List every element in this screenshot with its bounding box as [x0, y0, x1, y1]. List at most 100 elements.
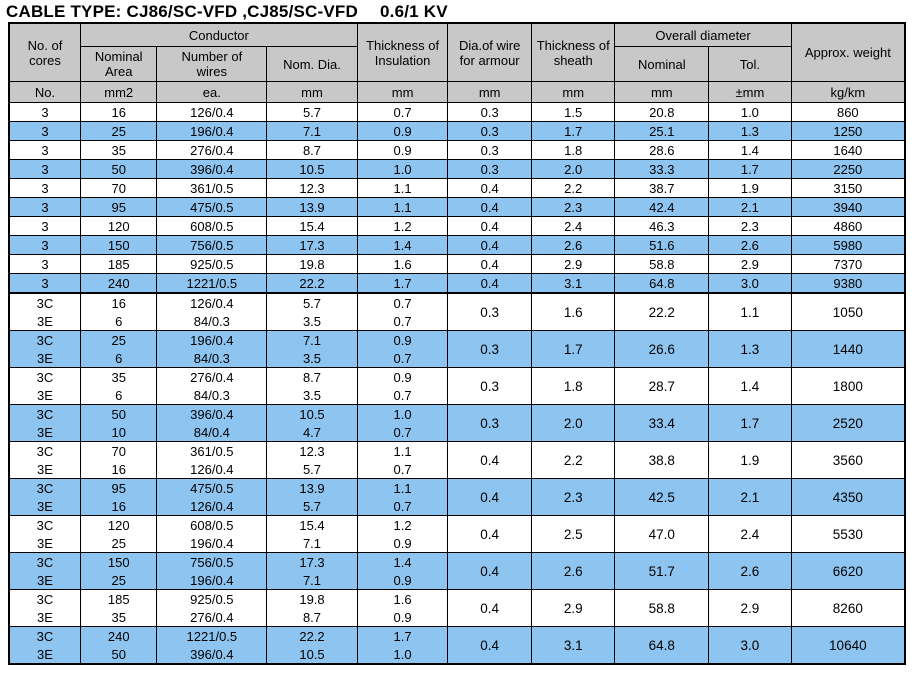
table-row: 3C 185 925/0.5 19.8 1.6 0.4 2.9 58.8 2.9 8260 [8, 589, 906, 627]
cell-thickness-insulation: 0.9 [356, 367, 449, 386]
page-title: CABLE TYPE: CJ86/SC-VFD ,CJ85/SC-VFD 0.6/… [0, 0, 914, 22]
table-row: 3 150 756/0.5 17.3 1.4 0.4 2.6 51.6 2.6 5980 [8, 235, 906, 255]
cell-number-of-wires: 756/0.5 [156, 235, 268, 255]
cell-number-of-wires: 1221/0.5 [156, 626, 268, 645]
cell-cores: 3 [8, 273, 81, 294]
cell-thickness-sheath: 2.3 [530, 197, 616, 217]
cell-number-of-wires: 276/0.4 [156, 140, 268, 160]
cell-cores: 3C [8, 626, 81, 645]
cell-thickness-insulation: 1.2 [356, 216, 449, 236]
cell-cores: 3C [8, 515, 81, 534]
unit-od-nominal: mm [614, 81, 710, 103]
cell-thickness-insulation: 0.7 [356, 312, 449, 331]
cell-approx-weight: 8260 [790, 589, 906, 627]
cell-od-nominal: 33.4 [614, 404, 710, 442]
header-sheath-line2: sheath [553, 52, 593, 68]
cell-nominal-area: 25 [79, 571, 158, 590]
table-header: No. of cores Conductor Thickness of Insu… [8, 22, 906, 103]
cell-cores: 3E [8, 312, 81, 331]
cell-thickness-sheath: 2.0 [530, 404, 616, 442]
table-row: 3 95 475/0.5 13.9 1.1 0.4 2.3 42.4 2.1 3940 [8, 197, 906, 217]
table-row: 3C 120 608/0.5 15.4 1.2 0.4 2.5 47.0 2.4 5530 [8, 515, 906, 553]
header-nom-dia: Nom. Dia. [266, 46, 358, 82]
unit-dia: mm [266, 81, 358, 103]
table-row: 3 50 396/0.4 10.5 1.0 0.3 2.0 33.3 1.7 2250 [8, 159, 906, 179]
unit-armour: mm [447, 81, 532, 103]
cell-nom-dia: 7.1 [266, 330, 358, 349]
cell-approx-weight: 2250 [790, 159, 906, 179]
cell-nom-dia: 3.5 [266, 349, 358, 368]
cell-thickness-insulation: 1.2 [356, 515, 449, 534]
cell-thickness-insulation: 1.7 [356, 626, 449, 645]
cell-nom-dia: 15.4 [266, 515, 358, 534]
cell-number-of-wires: 84/0.3 [156, 312, 268, 331]
cell-thickness-sheath: 1.8 [530, 367, 616, 405]
cell-od-nominal: 42.5 [614, 478, 710, 516]
cell-approx-weight: 3560 [790, 441, 906, 479]
cell-od-nominal: 33.3 [614, 159, 710, 179]
cell-od-tol: 2.9 [708, 589, 792, 627]
cell-thickness-insulation: 1.1 [356, 478, 449, 497]
cell-dia-wire-armour: 0.4 [447, 216, 532, 236]
cell-od-nominal: 58.8 [614, 254, 710, 274]
cell-number-of-wires: 475/0.5 [156, 478, 268, 497]
cell-nominal-area: 50 [79, 645, 158, 665]
header-row-groups: No. of cores Conductor Thickness of Insu… [8, 22, 906, 82]
cell-nominal-area: 16 [79, 102, 158, 122]
cell-thickness-sheath: 2.9 [530, 254, 616, 274]
unit-sheath: mm [530, 81, 616, 103]
cell-nominal-area: 10 [79, 423, 158, 442]
cell-od-nominal: 28.7 [614, 367, 710, 405]
cell-dia-wire-armour: 0.3 [447, 292, 532, 331]
cell-dia-wire-armour: 0.4 [447, 254, 532, 274]
cell-cores: 3E [8, 571, 81, 590]
cell-thickness-insulation: 1.4 [356, 552, 449, 571]
header-overall-diameter: Overall diameter [614, 22, 792, 47]
page-title-voltage: 0.6/1 KV [380, 2, 448, 21]
cell-nominal-area: 6 [79, 386, 158, 405]
cell-nominal-area: 50 [79, 159, 158, 179]
unit-insulation: mm [356, 81, 449, 103]
cell-thickness-insulation: 1.6 [356, 254, 449, 274]
cell-od-nominal: 64.8 [614, 273, 710, 294]
header-nominal-area: Nominal Area [79, 46, 158, 82]
cell-nominal-area: 70 [79, 441, 158, 460]
cell-dia-wire-armour: 0.3 [447, 367, 532, 405]
cell-od-nominal: 26.6 [614, 330, 710, 368]
cell-thickness-insulation: 1.6 [356, 589, 449, 608]
cell-dia-wire-armour: 0.3 [447, 102, 532, 122]
cell-nom-dia: 12.3 [266, 441, 358, 460]
cell-od-tol: 1.7 [708, 404, 792, 442]
cell-dia-wire-armour: 0.4 [447, 235, 532, 255]
cell-thickness-sheath: 2.0 [530, 159, 616, 179]
cell-od-tol: 2.3 [708, 216, 792, 236]
header-sheath-line1: Thickness of [536, 37, 610, 53]
cell-nom-dia: 5.7 [266, 292, 358, 312]
cell-dia-wire-armour: 0.4 [447, 478, 532, 516]
cell-od-nominal: 51.7 [614, 552, 710, 590]
cell-approx-weight: 10640 [790, 626, 906, 665]
cell-cores: 3E [8, 645, 81, 665]
cable-spec-sheet: CABLE TYPE: CJ86/SC-VFD ,CJ85/SC-VFD 0.6/… [0, 0, 914, 679]
cell-nominal-area: 240 [79, 273, 158, 294]
cell-od-nominal: 38.7 [614, 178, 710, 198]
header-conductor: Conductor [79, 22, 358, 47]
cell-cores: 3 [8, 159, 81, 179]
cell-thickness-insulation: 0.9 [356, 571, 449, 590]
table-row: 3 185 925/0.5 19.8 1.6 0.4 2.9 58.8 2.9 7370 [8, 254, 906, 274]
cell-nom-dia: 17.3 [266, 552, 358, 571]
cell-thickness-insulation: 0.7 [356, 102, 449, 122]
cell-dia-wire-armour: 0.4 [447, 178, 532, 198]
cell-nom-dia: 8.7 [266, 140, 358, 160]
header-number-of-wires: Number of wires [156, 46, 268, 82]
header-no-of-cores-line1: No. of [27, 37, 63, 53]
cell-approx-weight: 6620 [790, 552, 906, 590]
cell-od-tol: 3.0 [708, 626, 792, 665]
cell-number-of-wires: 84/0.3 [156, 386, 268, 405]
cell-nom-dia: 10.5 [266, 404, 358, 423]
cell-nominal-area: 120 [79, 515, 158, 534]
cell-od-nominal: 20.8 [614, 102, 710, 122]
cell-thickness-insulation: 0.9 [356, 608, 449, 627]
cell-cores: 3 [8, 235, 81, 255]
cell-nominal-area: 150 [79, 552, 158, 571]
